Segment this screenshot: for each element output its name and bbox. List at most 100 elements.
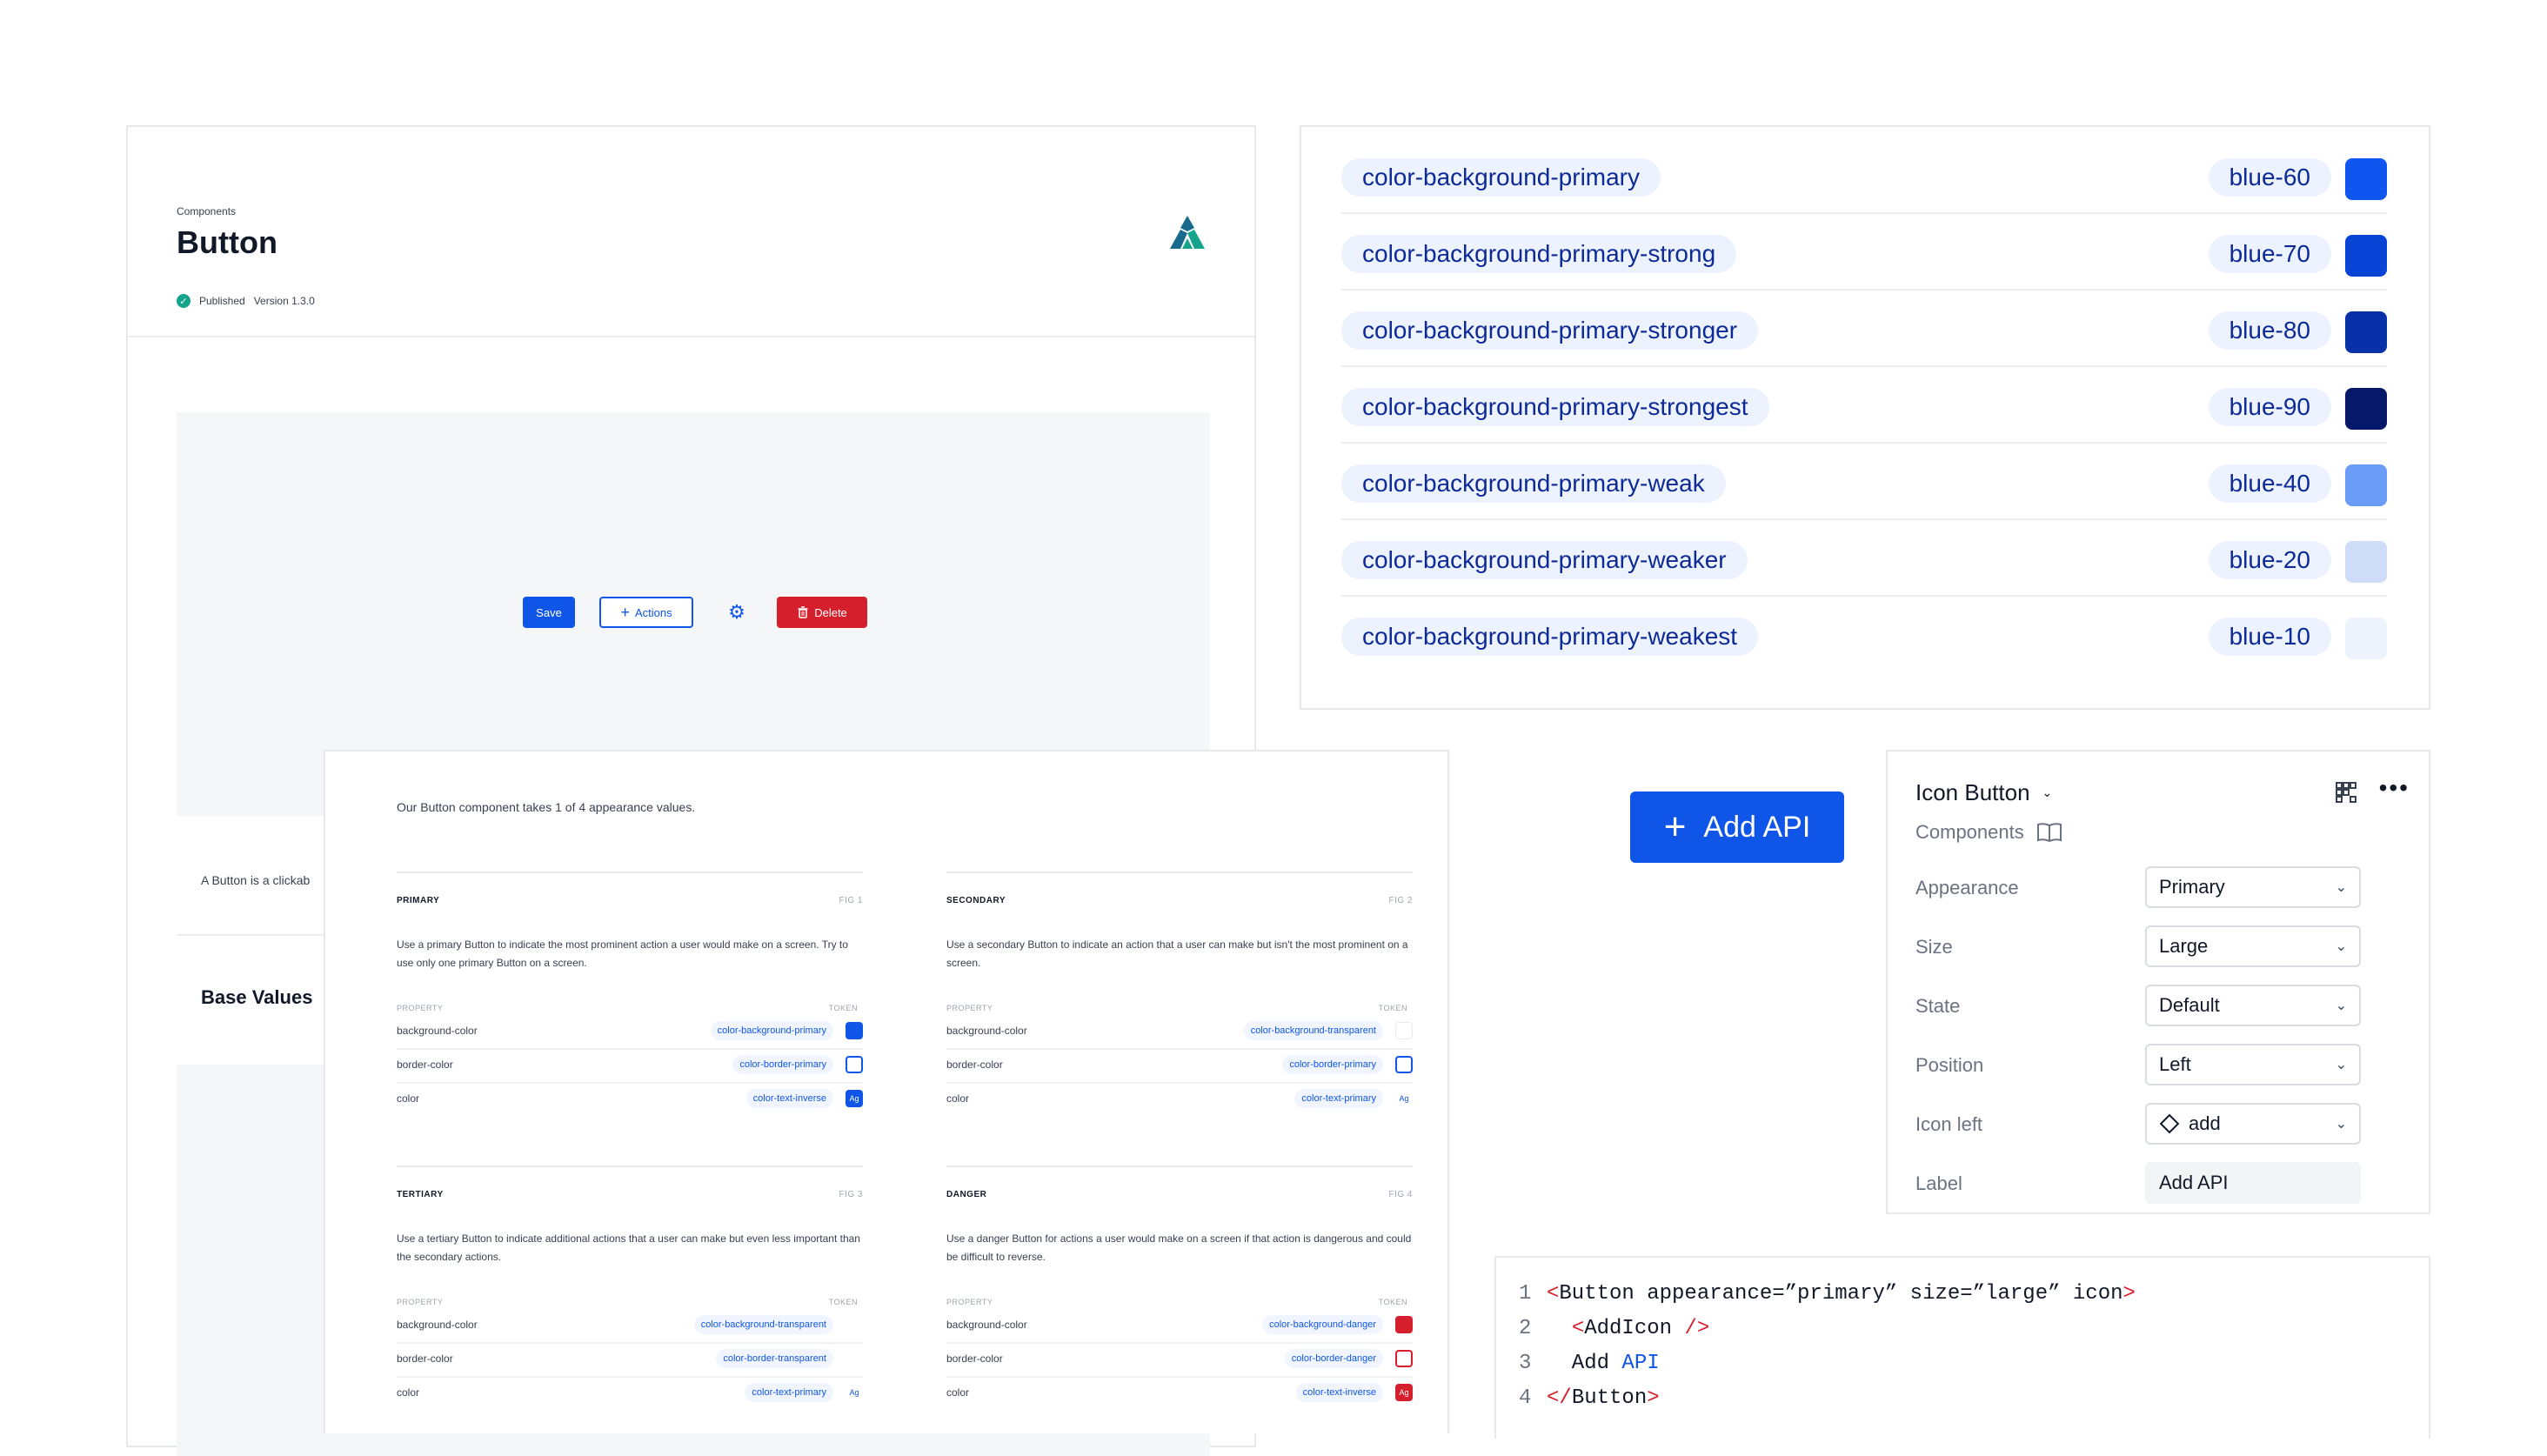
line-number: 1 bbox=[1519, 1282, 1532, 1306]
token-swatch bbox=[1395, 1022, 1413, 1039]
code-line: 2 <AddIcon /> bbox=[1519, 1317, 1709, 1340]
status-badge: Published bbox=[199, 295, 245, 307]
appearance-values-panel: Our Button component takes 1 of 4 appear… bbox=[324, 750, 1449, 1433]
actions-button-label: Actions bbox=[634, 605, 672, 619]
select-value: add bbox=[2189, 1112, 2221, 1134]
add-api-button-label: Add API bbox=[1703, 810, 1811, 844]
chevron-down-icon: ⌄ bbox=[2335, 1058, 2347, 1072]
token-name[interactable]: color-background-primary-weakest bbox=[1341, 618, 1759, 656]
table-header: PROPERTY TOKEN bbox=[397, 1004, 863, 1012]
more-options-icon[interactable]: ••• bbox=[2379, 774, 2410, 802]
token-header: TOKEN bbox=[828, 1298, 858, 1306]
figure-label: FIG 3 bbox=[839, 1190, 863, 1199]
token-swatch bbox=[1395, 1056, 1413, 1073]
code-line: 1 <Button appearance=”primary” size=”larg… bbox=[1519, 1282, 2136, 1306]
select-value: Large bbox=[2159, 935, 2209, 957]
code-token: </ bbox=[1547, 1386, 1572, 1410]
chevron-down-icon: ⌄ bbox=[2335, 998, 2347, 1013]
token-chip[interactable]: color-border-primary bbox=[732, 1055, 833, 1074]
add-api-button[interactable]: + Add API bbox=[1630, 791, 1844, 863]
components-link[interactable]: Components bbox=[1915, 821, 2062, 844]
check-icon: ✓ bbox=[177, 294, 191, 308]
token-chip[interactable]: color-text-inverse bbox=[1295, 1383, 1383, 1402]
table-row: border-color color-border-primary bbox=[946, 1050, 1413, 1084]
code-token: < bbox=[1547, 1282, 1560, 1306]
property-name: border-color bbox=[946, 1059, 1003, 1071]
appearance-select[interactable]: Primary ⌄ bbox=[2145, 866, 2361, 908]
property-header: PROPERTY bbox=[946, 1298, 993, 1306]
token-value[interactable]: blue-70 bbox=[2208, 235, 2331, 273]
appearance-section-danger: DANGER FIG 4 Use a danger Button for actio… bbox=[946, 1165, 1413, 1446]
appearance-section-tertiary: TERTIARY FIG 3 Use a tertiary Button to in… bbox=[397, 1165, 863, 1446]
token-name[interactable]: color-background-primary-weaker bbox=[1341, 541, 1748, 579]
code-token: > bbox=[2122, 1282, 2136, 1306]
token-value[interactable]: blue-40 bbox=[2208, 464, 2331, 503]
token-value[interactable]: blue-90 bbox=[2208, 388, 2331, 426]
token-swatch: Ag bbox=[1395, 1384, 1413, 1401]
property-name: background-color bbox=[946, 1025, 1027, 1037]
token-chip[interactable]: color-text-primary bbox=[745, 1383, 833, 1402]
grid-icon[interactable] bbox=[2335, 781, 2357, 804]
token-swatch: Ag bbox=[1399, 1094, 1409, 1103]
token-row: color-background-primary-weak blue-40 bbox=[1341, 447, 2387, 520]
chevron-down-icon: ⌄ bbox=[2335, 1117, 2347, 1132]
token-swatch bbox=[1395, 1316, 1413, 1333]
token-value[interactable]: blue-60 bbox=[2208, 158, 2331, 197]
delete-button-label: Delete bbox=[814, 605, 847, 619]
property-header: PROPERTY bbox=[397, 1298, 444, 1306]
token-row: color-background-primary-weakest blue-10 bbox=[1341, 600, 2387, 671]
token-name[interactable]: color-background-primary-strongest bbox=[1341, 388, 1769, 426]
section-title: SECONDARY bbox=[946, 896, 1006, 905]
token-chip[interactable]: color-background-danger bbox=[1262, 1315, 1383, 1334]
token-value[interactable]: blue-80 bbox=[2208, 311, 2331, 350]
token-chip[interactable]: color-border-danger bbox=[1284, 1349, 1383, 1368]
section-heading: Base Values bbox=[201, 986, 313, 1008]
property-name: border-color bbox=[946, 1352, 1003, 1365]
color-swatch bbox=[2345, 618, 2387, 659]
table-row: border-color color-border-transparent bbox=[397, 1344, 863, 1378]
token-chip[interactable]: color-text-primary bbox=[1294, 1089, 1383, 1108]
component-name: Icon Button bbox=[1915, 779, 2030, 805]
token-chip[interactable]: color-background-transparent bbox=[1243, 1021, 1383, 1040]
select-value: Primary bbox=[2159, 876, 2225, 898]
section-description: Use a secondary Button to indicate an ac… bbox=[946, 938, 1408, 969]
label-input[interactable]: Add API bbox=[2145, 1162, 2361, 1204]
token-name[interactable]: color-background-primary bbox=[1341, 158, 1661, 197]
section-title: TERTIARY bbox=[397, 1190, 444, 1199]
property-name: background-color bbox=[946, 1319, 1027, 1331]
position-select[interactable]: Left ⌄ bbox=[2145, 1044, 2361, 1085]
table-header: PROPERTY TOKEN bbox=[946, 1004, 1413, 1012]
color-tokens-card: color-background-primary blue-60 color-bac… bbox=[1300, 125, 2430, 710]
token-chip[interactable]: color-text-inverse bbox=[745, 1089, 833, 1108]
size-select[interactable]: Large ⌄ bbox=[2145, 925, 2361, 967]
state-select[interactable]: Default ⌄ bbox=[2145, 985, 2361, 1026]
breadcrumb[interactable]: Components bbox=[177, 205, 236, 217]
table-row: border-color color-border-primary bbox=[397, 1050, 863, 1084]
section-title: DANGER bbox=[946, 1190, 987, 1199]
save-button[interactable]: Save bbox=[523, 597, 575, 628]
actions-button[interactable]: + Actions bbox=[599, 597, 693, 628]
token-value[interactable]: blue-10 bbox=[2208, 618, 2331, 656]
token-value[interactable]: blue-20 bbox=[2208, 541, 2331, 579]
token-chip[interactable]: color-background-primary bbox=[710, 1021, 833, 1040]
token-chip[interactable]: color-border-primary bbox=[1282, 1055, 1383, 1074]
code-token: Add bbox=[1547, 1352, 1622, 1375]
icon-left-select[interactable]: add ⌄ bbox=[2145, 1103, 2361, 1145]
token-chip[interactable]: color-background-transparent bbox=[693, 1315, 833, 1334]
token-chip[interactable]: color-border-transparent bbox=[716, 1349, 833, 1368]
property-row-position: Position Left ⌄ bbox=[1915, 1044, 2406, 1085]
delete-button[interactable]: Delete bbox=[777, 597, 867, 628]
token-name[interactable]: color-background-primary-stronger bbox=[1341, 311, 1759, 350]
code-token: > bbox=[1647, 1386, 1660, 1410]
property-label: Appearance bbox=[1915, 877, 2019, 898]
token-name[interactable]: color-background-primary-weak bbox=[1341, 464, 1726, 503]
settings-icon-button[interactable]: ⚙ bbox=[721, 597, 752, 628]
property-name: color bbox=[397, 1092, 420, 1105]
book-icon bbox=[2036, 823, 2062, 843]
component-selector[interactable]: Icon Button ⌄ bbox=[1915, 779, 2052, 806]
property-name: color bbox=[946, 1386, 970, 1399]
token-swatch bbox=[846, 1022, 863, 1039]
token-swatch: Ag bbox=[849, 1388, 859, 1397]
token-name[interactable]: color-background-primary-strong bbox=[1341, 235, 1737, 273]
table-header: PROPERTY TOKEN bbox=[946, 1298, 1413, 1306]
